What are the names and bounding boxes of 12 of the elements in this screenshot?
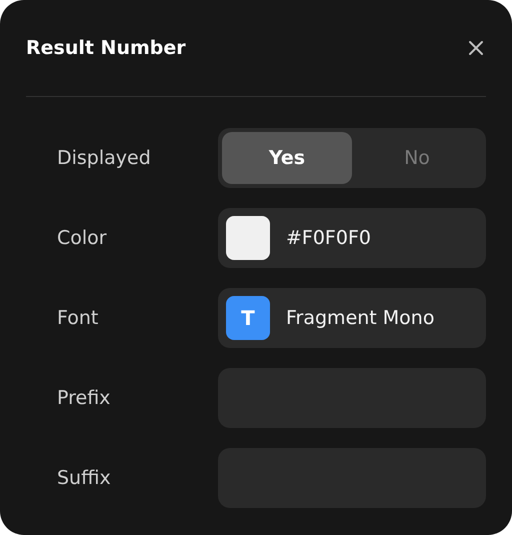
font-field[interactable]: T Fragment Mono bbox=[218, 288, 486, 348]
field-label: Font bbox=[57, 307, 100, 329]
panel-title: Result Number bbox=[26, 37, 186, 59]
field-label: Color bbox=[57, 227, 108, 249]
field-label: Displayed bbox=[57, 147, 152, 169]
field-label: Suffix bbox=[57, 467, 112, 489]
font-icon: T bbox=[226, 296, 270, 340]
color-swatch[interactable] bbox=[226, 216, 270, 260]
close-icon[interactable] bbox=[468, 40, 484, 56]
field-label: Prefix bbox=[57, 387, 112, 409]
color-field[interactable]: #F0F0F0 bbox=[218, 208, 486, 268]
segment-option[interactable]: Yes bbox=[222, 132, 352, 184]
